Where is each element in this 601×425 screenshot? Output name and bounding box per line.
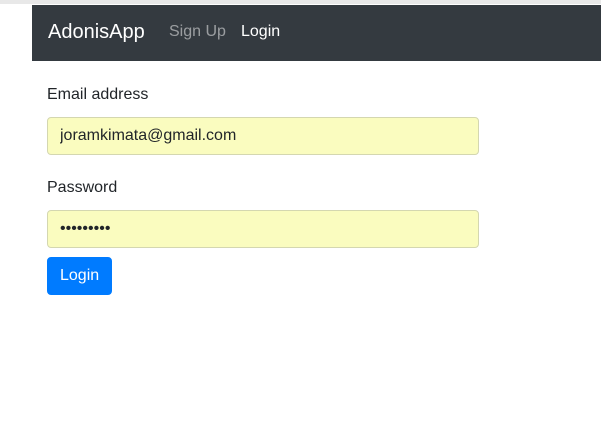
top-navbar: AdonisApp Sign Up Login <box>32 5 601 61</box>
navbar-brand[interactable]: AdonisApp <box>48 20 145 44</box>
window-top-strip <box>0 0 601 4</box>
password-label: Password <box>47 179 118 196</box>
email-field[interactable] <box>47 117 479 155</box>
nav-link-login[interactable]: Login <box>241 22 280 42</box>
password-field[interactable] <box>47 210 479 248</box>
login-form: Email address Password <box>47 85 479 248</box>
email-label: Email address <box>47 86 149 103</box>
nav-link-sign-up[interactable]: Sign Up <box>169 22 226 42</box>
login-button[interactable]: Login <box>47 257 113 295</box>
